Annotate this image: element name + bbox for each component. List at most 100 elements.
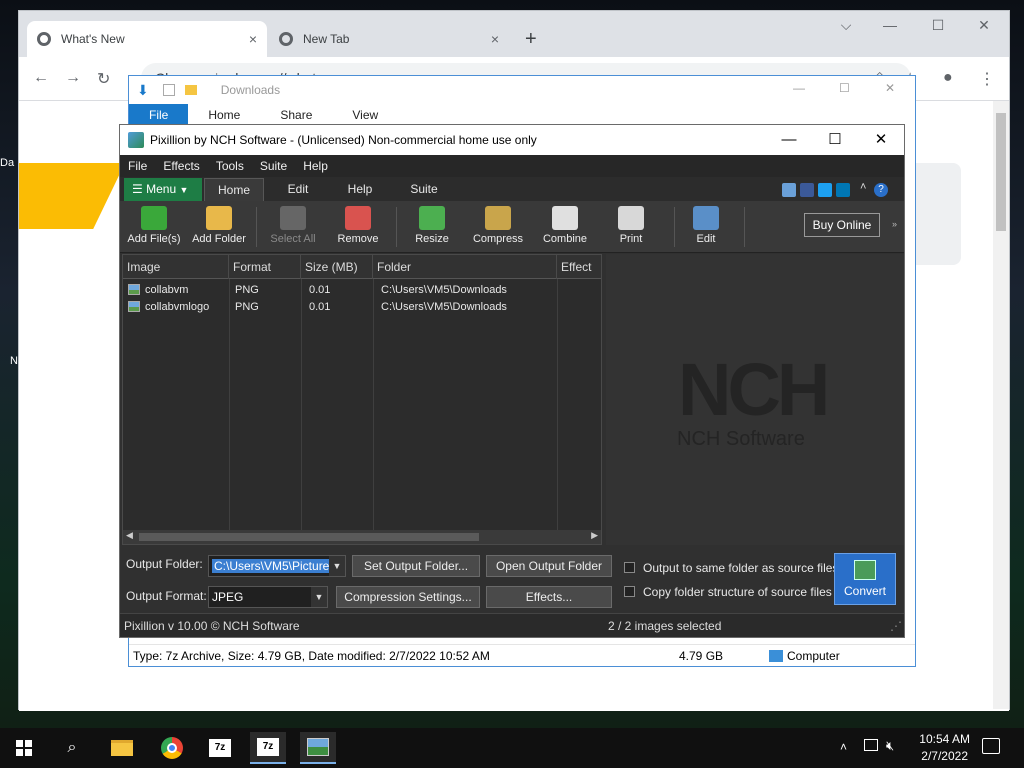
column-effect[interactable]: Effect: [557, 255, 603, 279]
twitter-icon[interactable]: [818, 183, 832, 197]
pixillion-icon[interactable]: [300, 732, 336, 764]
resize-grip-icon[interactable]: ⋰: [890, 614, 902, 638]
menu-effects[interactable]: Effects: [155, 159, 207, 173]
chrome-tab-new-tab[interactable]: New Tab ×: [269, 21, 509, 57]
show-hidden-icons-icon[interactable]: ˄: [840, 740, 847, 754]
add-folder-button[interactable]: Add Folder: [190, 201, 248, 253]
menu-tools[interactable]: Tools: [208, 159, 252, 173]
tab-edit[interactable]: Edit: [268, 178, 328, 201]
back-icon[interactable]: ←: [33, 69, 49, 87]
checkbox-box[interactable]: [624, 562, 635, 573]
ribbon-tab-share[interactable]: Share: [260, 104, 332, 126]
network-icon[interactable]: [864, 739, 878, 751]
chevron-down-icon[interactable]: ▼: [329, 556, 345, 576]
menu-dropdown-button[interactable]: ☰ Menu ▼: [124, 178, 202, 201]
status-info: Type: 7z Archive, Size: 4.79 GB, Date mo…: [133, 649, 490, 663]
file-explorer-icon[interactable]: [104, 732, 140, 764]
chrome-tab-label: New Tab: [303, 32, 350, 46]
add-files-button[interactable]: Add File(s): [124, 201, 184, 253]
scroll-right-icon[interactable]: ▶: [591, 530, 598, 541]
close-window-icon[interactable]: ✕: [885, 81, 895, 95]
menu-help[interactable]: Help: [295, 159, 336, 173]
maximize-icon[interactable]: ☐: [839, 81, 850, 95]
column-image[interactable]: Image: [123, 255, 229, 279]
resize-button[interactable]: Resize: [406, 201, 458, 253]
minimize-icon[interactable]: —: [793, 81, 805, 95]
combine-button[interactable]: Combine: [538, 201, 592, 253]
same-folder-checkbox[interactable]: Output to same folder as source files: [624, 561, 838, 575]
chrome-tab-whats-new[interactable]: What's New ×: [27, 21, 267, 57]
open-output-folder-button[interactable]: Open Output Folder: [486, 555, 612, 577]
checkbox-box[interactable]: [624, 586, 635, 597]
close-tab-icon[interactable]: ×: [491, 31, 499, 47]
tab-help[interactable]: Help: [330, 178, 390, 201]
windows-start-icon[interactable]: [6, 732, 42, 764]
close-window-icon[interactable]: ✕: [858, 125, 904, 155]
list-horizontal-scrollbar[interactable]: ◀ ▶: [123, 530, 601, 544]
set-output-folder-button[interactable]: Set Output Folder...: [352, 555, 480, 577]
status-size: 4.79 GB: [679, 649, 724, 663]
search-icon[interactable]: ⌕: [54, 732, 90, 764]
compress-button[interactable]: Compress: [468, 201, 528, 253]
ribbon-tab-home[interactable]: Home: [188, 104, 260, 126]
like-icon[interactable]: [782, 183, 796, 197]
close-tab-icon[interactable]: ×: [249, 31, 257, 47]
effects-button[interactable]: Effects...: [486, 586, 612, 608]
select-all-button[interactable]: Select All: [264, 201, 322, 253]
7zip-icon[interactable]: 7z: [202, 732, 238, 764]
chevron-down-icon[interactable]: ▼: [311, 587, 327, 607]
convert-button[interactable]: Convert: [834, 553, 896, 605]
list-item[interactable]: collabvm PNG 0.01 C:\Users\VM5\Downloads: [123, 282, 601, 299]
hamburger-icon: ☰: [132, 182, 147, 196]
menu-suite[interactable]: Suite: [252, 159, 295, 173]
ribbon-tab-file[interactable]: File: [129, 104, 189, 126]
linkedin-icon[interactable]: [836, 183, 850, 197]
system-clock[interactable]: 10:54 AM 2/7/2022: [919, 731, 970, 765]
profile-avatar-icon[interactable]: ●: [943, 69, 953, 87]
column-folder[interactable]: Folder: [373, 255, 557, 279]
column-size[interactable]: Size (MB): [301, 255, 373, 279]
output-folder-combobox[interactable]: C:\Users\VM5\Pictures ▼: [208, 555, 346, 577]
output-format-select[interactable]: JPEG ▼: [208, 586, 328, 608]
collapse-ribbon-icon[interactable]: ˄: [860, 181, 866, 193]
tab-suite[interactable]: Suite: [394, 178, 454, 201]
copy-structure-checkbox[interactable]: Copy folder structure of source files: [624, 585, 832, 599]
clock-date: 2/7/2022: [921, 749, 968, 763]
chrome-scrollbar[interactable]: [993, 101, 1009, 709]
tab-search-icon[interactable]: ⌵: [831, 17, 861, 34]
print-button[interactable]: Print: [606, 201, 656, 253]
forward-icon[interactable]: →: [65, 69, 81, 87]
column-format[interactable]: Format: [229, 255, 301, 279]
volume-muted-icon[interactable]: 🔇︎: [886, 738, 894, 754]
output-format-value: JPEG: [212, 590, 244, 604]
scroll-left-icon[interactable]: ◀: [126, 530, 133, 541]
notification-center-icon[interactable]: [982, 738, 1000, 754]
menu-file[interactable]: File: [120, 159, 155, 173]
properties-icon[interactable]: [162, 84, 175, 96]
tab-home[interactable]: Home: [204, 178, 264, 201]
explorer-status-bar: Type: 7z Archive, Size: 4.79 GB, Date mo…: [129, 644, 915, 666]
remove-button[interactable]: Remove: [330, 201, 386, 253]
edit-button[interactable]: Edit: [682, 201, 730, 253]
7zip-active-icon[interactable]: 7z: [250, 732, 286, 764]
minimize-icon[interactable]: —: [875, 17, 905, 33]
help-icon[interactable]: ?: [874, 183, 888, 197]
compression-settings-button[interactable]: Compression Settings...: [336, 586, 480, 608]
maximize-icon[interactable]: ☐: [812, 125, 858, 155]
close-window-icon[interactable]: ✕: [969, 17, 999, 34]
ribbon-tab-view[interactable]: View: [332, 104, 398, 126]
version-label: Pixillion v 10.00 © NCH Software: [124, 619, 300, 633]
minimize-icon[interactable]: —: [766, 125, 812, 155]
chrome-menu-icon[interactable]: ⋮: [979, 69, 995, 89]
reload-icon[interactable]: ↻: [97, 69, 110, 89]
new-tab-button[interactable]: +: [515, 21, 547, 57]
list-item[interactable]: collabvmlogo PNG 0.01 C:\Users\VM5\Downl…: [123, 299, 601, 316]
chrome-icon[interactable]: [154, 732, 190, 764]
maximize-icon[interactable]: ☐: [923, 17, 953, 34]
image-list[interactable]: Image Format Size (MB) Folder Effect col…: [122, 254, 602, 545]
edit-image-icon: [693, 206, 719, 230]
facebook-icon[interactable]: [800, 183, 814, 197]
file-name: collabvm: [145, 284, 189, 296]
more-tools-icon[interactable]: »: [892, 219, 897, 229]
buy-online-button[interactable]: Buy Online: [804, 213, 880, 237]
